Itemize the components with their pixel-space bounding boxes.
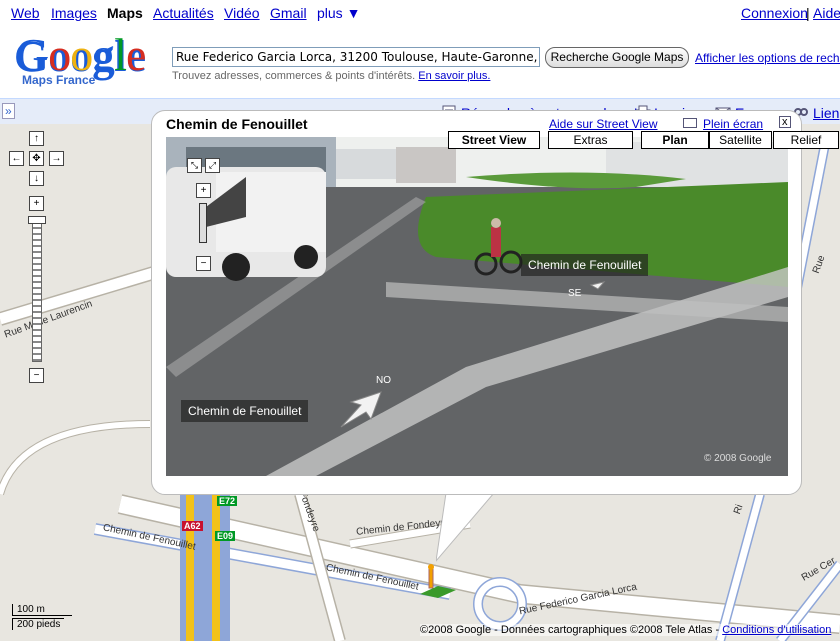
fullscreen-link[interactable]: Plein écran: [703, 117, 763, 131]
street-label-right[interactable]: Chemin de Fenouillet: [521, 254, 649, 276]
highway-badge: E09: [215, 531, 236, 541]
zoom-in-icon[interactable]: +: [29, 196, 44, 211]
sv-zoom-in-icon[interactable]: +: [196, 183, 211, 198]
google-wordmark: Google: [14, 29, 160, 80]
street-label-left[interactable]: Chemin de Fenouillet: [181, 400, 309, 422]
link-link[interactable]: Lien: [813, 105, 839, 121]
nav-more[interactable]: plus ▼: [317, 5, 360, 21]
panorama-copyright: © 2008 Google: [704, 453, 772, 464]
search-button[interactable]: Recherche Google Maps: [545, 47, 689, 68]
nav-news[interactable]: Actualités: [153, 5, 214, 21]
help-link[interactable]: Aide: [813, 5, 840, 21]
pan-center-icon[interactable]: ✥: [29, 151, 44, 166]
street-view-button[interactable]: Street View: [448, 131, 540, 149]
pan-down-icon[interactable]: ↓: [29, 171, 44, 186]
nav-images[interactable]: Images: [51, 5, 97, 21]
collapse-panel-icon[interactable]: »: [2, 103, 15, 119]
plan-button[interactable]: Plan: [641, 131, 709, 149]
svg-text:Google: Google: [16, 30, 145, 76]
zoom-slider[interactable]: [32, 216, 42, 362]
panorama-image: [166, 137, 788, 476]
login-link[interactable]: Connexion: [741, 5, 808, 21]
expand-icon[interactable]: ⤡: [187, 158, 202, 173]
top-navigation: Web Images Maps Actualités Vidéo Gmail p…: [11, 5, 840, 21]
extras-button[interactable]: Extras: [548, 131, 633, 149]
relief-button[interactable]: Relief: [773, 131, 839, 149]
close-popup-icon[interactable]: x: [779, 116, 791, 128]
nav-gmail[interactable]: Gmail: [270, 5, 307, 21]
popup-tail: [436, 493, 495, 562]
satellite-button[interactable]: Satellite: [709, 131, 772, 149]
sv-zoom-slider[interactable]: [199, 203, 207, 243]
nav-web[interactable]: Web: [11, 5, 40, 21]
collapse-icon[interactable]: ⤢: [205, 158, 220, 173]
pan-right-icon[interactable]: →: [49, 151, 64, 166]
zoom-out-icon[interactable]: −: [29, 368, 44, 383]
terms-link[interactable]: Conditions d'utilisation: [722, 624, 831, 636]
popup-title: Chemin de Fenouillet: [166, 116, 308, 132]
maps-france-label: Maps France: [22, 73, 96, 87]
map-navigation-control: ↑ ← ✥ → ↓ + −: [8, 130, 68, 390]
nav-maps: Maps: [107, 5, 143, 21]
map-copyright: ©2008 Google - Données cartographiques ©…: [420, 624, 832, 636]
search-hint: Trouvez adresses, commerces & points d'i…: [172, 70, 491, 82]
search-options-link[interactable]: Afficher les options de recherche: [695, 51, 840, 65]
street-view-panorama[interactable]: ⤡ ⤢ + − Chemin de Fenouillet Chemin de F…: [166, 137, 788, 476]
direction-no: NO: [376, 375, 391, 386]
pan-left-icon[interactable]: ←: [9, 151, 24, 166]
search-input[interactable]: Rue Federico Garcia Lorca, 31200 Toulous…: [172, 47, 540, 67]
highway-badge: A62: [182, 521, 203, 531]
direction-se: SE: [568, 288, 582, 299]
zoom-slider-handle[interactable]: [28, 216, 46, 224]
map-scale: 100 m 200 pieds: [12, 604, 72, 630]
sv-zoom-out-icon[interactable]: −: [196, 256, 211, 271]
pegman-marker-icon[interactable]: [420, 564, 460, 604]
highway-badge: E72: [217, 496, 238, 506]
pan-up-icon[interactable]: ↑: [29, 131, 44, 146]
street-view-help-link[interactable]: Aide sur Street View: [549, 117, 658, 131]
nav-video[interactable]: Vidéo: [224, 5, 260, 21]
learn-more-link[interactable]: En savoir plus.: [418, 70, 490, 82]
fullscreen-icon[interactable]: [683, 118, 697, 128]
